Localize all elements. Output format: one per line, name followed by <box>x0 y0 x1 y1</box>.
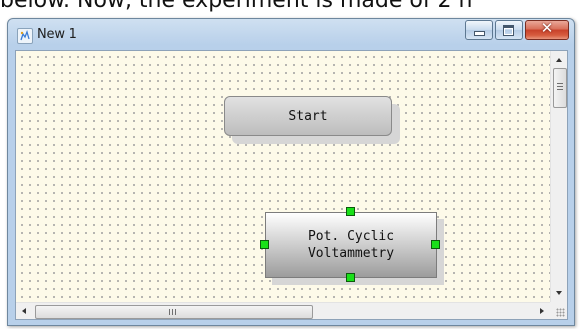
scroll-down-icon[interactable] <box>556 291 562 295</box>
scroll-right-icon[interactable] <box>540 308 544 314</box>
resize-handle-top[interactable] <box>346 207 355 216</box>
scrollbar-corner <box>550 302 567 319</box>
background-text: below. Now, the experiment is made of 2 … <box>0 0 580 12</box>
client-area: Start Pot. Cyclic Voltammetry <box>15 50 568 320</box>
horizontal-grip-icon <box>169 309 176 315</box>
title-bar[interactable]: New 1 ✕ <box>8 19 574 49</box>
start-block-label: Start <box>224 96 392 136</box>
minimize-button[interactable] <box>465 20 493 40</box>
vertical-scrollbar[interactable] <box>550 51 567 302</box>
maximize-button[interactable] <box>495 20 523 40</box>
resize-handle-left[interactable] <box>260 240 269 249</box>
diagram-canvas[interactable]: Start Pot. Cyclic Voltammetry <box>16 51 550 302</box>
app-icon <box>17 28 33 44</box>
minimize-icon <box>474 31 485 36</box>
horizontal-scroll-thumb[interactable] <box>35 305 313 319</box>
resize-handle-right[interactable] <box>431 240 440 249</box>
close-button[interactable]: ✕ <box>525 19 569 40</box>
window-title: New 1 <box>37 27 77 42</box>
horizontal-scrollbar[interactable] <box>16 302 550 319</box>
vertical-grip-icon <box>557 83 563 90</box>
caption-buttons: ✕ <box>463 19 569 40</box>
diagram-window: New 1 ✕ Start Pot. Cyclic Voltammetry <box>7 18 575 326</box>
cv-block-label: Pot. Cyclic Voltammetry <box>265 212 437 278</box>
scroll-up-icon[interactable] <box>556 58 562 62</box>
vertical-scroll-thumb[interactable] <box>553 68 567 108</box>
close-icon: ✕ <box>540 19 554 37</box>
scroll-left-icon[interactable] <box>22 308 26 314</box>
resize-handle-bottom[interactable] <box>346 273 355 282</box>
maximize-icon <box>503 25 514 36</box>
size-grip-icon[interactable] <box>556 308 565 317</box>
